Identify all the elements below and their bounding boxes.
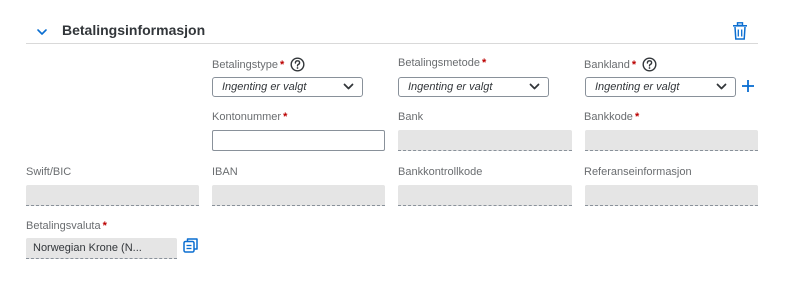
iban-label: IBAN <box>212 166 238 178</box>
question-mark-circle-icon[interactable] <box>642 57 657 72</box>
bank-label: Bank <box>398 111 423 123</box>
bankkontrollkode-label: Bankkontrollkode <box>398 166 482 178</box>
iban-label-text: IBAN <box>212 166 238 178</box>
value-help-icon[interactable] <box>183 238 198 253</box>
swift-label-text: Swift/BIC <box>26 166 72 178</box>
betalingsvaluta-value: Norwegian Krone (N... <box>33 242 142 254</box>
kontonummer-input[interactable] <box>212 130 385 151</box>
bankkode-label-text: Bankkode <box>584 111 633 123</box>
kontonummer-label: Kontonummer * <box>212 111 287 123</box>
bankland-label: Bankland * <box>584 57 657 72</box>
swift-label: Swift/BIC <box>26 166 71 178</box>
betalingsmetode-value: Ingenting er valgt <box>408 81 493 93</box>
bank-field <box>398 130 572 151</box>
referanseinformasjon-label-text: Referanseinformasjon <box>584 166 692 178</box>
betalingstype-value: Ingenting er valgt <box>222 81 307 93</box>
referanseinformasjon-label: Referanseinformasjon <box>584 166 692 178</box>
kontonummer-label-text: Kontonummer <box>212 111 282 123</box>
betalingsmetode-select[interactable]: Ingenting er valgt <box>398 77 549 97</box>
betalingstype-select[interactable]: Ingenting er valgt <box>212 77 363 97</box>
referanseinformasjon-field <box>585 185 758 206</box>
required-marker: * <box>481 57 487 69</box>
question-mark-circle-icon[interactable] <box>290 57 305 72</box>
chevron-down-icon <box>529 83 540 90</box>
required-marker: * <box>102 220 107 232</box>
betalingstype-label-text: Betalingstype <box>212 58 279 71</box>
bankland-select[interactable]: Ingenting er valgt <box>585 77 736 97</box>
betalingsvaluta-label-text: Betalingsvaluta <box>26 220 101 232</box>
iban-field <box>212 185 385 206</box>
chevron-down-icon <box>716 83 727 90</box>
chevron-down-icon <box>343 83 354 90</box>
required-marker: * <box>283 111 288 123</box>
required-marker: * <box>634 111 640 123</box>
required-marker: * <box>631 58 637 71</box>
bankland-label-text: Bankland <box>584 58 630 71</box>
section-header: Betalingsinformasjon <box>0 0 800 44</box>
betalingsvaluta-label: Betalingsvaluta * <box>26 220 107 232</box>
section-title: Betalingsinformasjon <box>62 22 206 38</box>
section-divider <box>26 43 758 44</box>
betalingsvaluta-field[interactable]: Norwegian Krone (N... <box>26 238 177 259</box>
bankkontrollkode-label-text: Bankkontrollkode <box>398 166 483 178</box>
plus-icon[interactable] <box>741 79 755 93</box>
bankland-value: Ingenting er valgt <box>595 81 680 93</box>
bankkode-field <box>585 130 758 151</box>
betalingsmetode-label-text: Betalingsmetode <box>398 57 480 69</box>
bankkontrollkode-field <box>398 185 572 206</box>
trash-icon[interactable] <box>732 22 748 40</box>
bankkode-label: Bankkode * <box>584 111 639 123</box>
required-marker: * <box>280 58 285 71</box>
betalingstype-label: Betalingstype * <box>212 57 305 72</box>
swift-field <box>26 185 199 206</box>
bank-label-text: Bank <box>398 111 424 123</box>
chevron-down-icon[interactable] <box>36 26 48 38</box>
betalingsmetode-label: Betalingsmetode * <box>398 57 486 69</box>
